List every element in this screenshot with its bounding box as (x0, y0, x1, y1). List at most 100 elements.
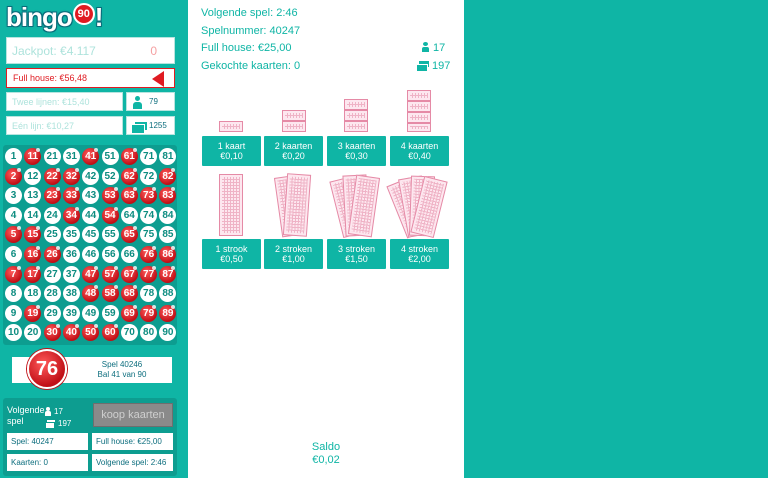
next-players: 17 (45, 407, 63, 417)
board-ball-drawn: 87 (159, 265, 177, 283)
board-ball-drawn: 23 (43, 187, 61, 205)
next-game-countdown: Volgende spel: 2:46 (201, 7, 298, 19)
board-ball-drawn: 53 (101, 187, 119, 205)
board-ball-drawn: 61 (120, 148, 138, 165)
board-ball: 66 (120, 246, 138, 263)
option-price: €0,50 (220, 254, 243, 264)
board-ball: 12 (24, 167, 42, 185)
board-ball: 45 (82, 226, 100, 244)
option-price: €1,50 (345, 254, 368, 264)
jackpot-box: Jackpot: €4.117 0 (6, 37, 175, 64)
balance: Saldo €0,02 (188, 441, 464, 467)
board-ball: 36 (62, 246, 80, 263)
players-count: 79 (149, 97, 158, 106)
next-game-time: Volgende spel: 2:46 (92, 454, 173, 471)
buy-cards-button[interactable]: koop kaarten (93, 403, 173, 427)
board-ball: 38 (62, 285, 80, 303)
board-ball: 90 (159, 324, 177, 342)
board-ball: 84 (159, 206, 177, 224)
ticket-image (407, 112, 431, 123)
option-label: 4 kaarten (400, 141, 439, 151)
board-ball: 8 (5, 285, 22, 303)
option-label: 1 strook (215, 244, 248, 254)
board-ball: 64 (120, 206, 138, 224)
number-board: 1 11 21 31 41 51 61 71 81 2 12 22 32 42 52 62 72 82 3 13 23 3… (3, 145, 177, 345)
option-4-cards-button[interactable]: 4 kaarten €0,40 (390, 136, 449, 166)
board-ball: 28 (43, 285, 61, 303)
board-ball-drawn: 89 (159, 304, 177, 322)
board-ball: 13 (24, 187, 42, 205)
ticket-image (407, 90, 431, 101)
next-game-number: Spel: 40247 (7, 433, 88, 450)
option-3-strips-button[interactable]: 3 stroken €1,50 (327, 239, 386, 269)
current-game-line: Spel 40246 (101, 360, 143, 369)
board-ball-drawn: 33 (62, 187, 80, 205)
cards-bought: Kaarten: 0 (7, 454, 88, 471)
board-ball: 56 (101, 246, 119, 263)
option-2-cards-button[interactable]: 2 kaarten €0,20 (264, 136, 323, 166)
logo-word: bingo (6, 1, 73, 32)
ticket-image (407, 123, 431, 132)
board-ball-drawn: 54 (101, 206, 119, 224)
cards-icon (131, 121, 148, 134)
board-ball: 52 (101, 167, 119, 185)
board-ball: 44 (82, 206, 100, 224)
board-ball: 6 (5, 246, 22, 263)
center-players-count: 17 (433, 42, 446, 54)
next-cards: 197 (45, 419, 71, 430)
one-line-prize: Eén lijn: €10,27 (6, 116, 123, 135)
board-ball: 75 (140, 226, 158, 244)
ticket-image (344, 99, 368, 110)
board-ball: 4 (5, 206, 22, 224)
option-2-strips-button[interactable]: 2 stroken €1,00 (264, 239, 323, 269)
board-ball: 71 (140, 148, 158, 165)
board-ball-drawn: 2 (5, 167, 22, 185)
ticket-image (407, 101, 431, 112)
cards-count: 1255 (149, 121, 167, 130)
board-ball-drawn: 79 (140, 304, 158, 322)
strip-image (282, 173, 312, 237)
full-house-amount: Full house: €25,00 (201, 42, 292, 54)
option-label: 1 kaart (217, 141, 246, 151)
option-label: 3 stroken (337, 244, 376, 254)
board-ball-drawn: 63 (120, 187, 138, 205)
board-ball-drawn: 26 (43, 246, 61, 263)
ticket-image (344, 121, 368, 132)
option-label: 2 kaarten (274, 141, 313, 151)
option-1-strip-button[interactable]: 1 strook €0,50 (202, 239, 261, 269)
option-4-strips-button[interactable]: 4 stroken €2,00 (390, 239, 449, 269)
board-ball: 20 (24, 324, 42, 342)
board-ball: 39 (62, 304, 80, 322)
option-price: €2,00 (408, 254, 431, 264)
board-ball: 46 (82, 246, 100, 263)
arrow-left-icon (152, 71, 164, 87)
board-ball: 21 (43, 148, 61, 165)
board-ball: 37 (62, 265, 80, 283)
board-ball-drawn: 48 (82, 285, 100, 303)
person-icon (45, 407, 51, 417)
board-ball: 85 (159, 226, 177, 244)
jackpot-value: 0 (150, 44, 157, 58)
board-ball-drawn: 50 (82, 324, 100, 342)
board-ball: 74 (140, 206, 158, 224)
board-ball-drawn: 58 (101, 285, 119, 303)
option-1-card-button[interactable]: 1 kaart €0,10 (202, 136, 261, 166)
board-ball: 81 (159, 148, 177, 165)
option-price: €0,10 (220, 151, 243, 161)
board-ball: 24 (43, 206, 61, 224)
cards-icon (416, 61, 429, 72)
option-label: 2 stroken (274, 244, 313, 254)
board-ball-drawn: 11 (24, 148, 42, 165)
board-ball: 10 (5, 324, 22, 342)
next-game-panel: Volgende spel 17 197 koop kaarten Spel: … (3, 398, 177, 476)
center-cards: 197 (416, 60, 450, 72)
board-ball: 78 (140, 285, 158, 303)
board-ball: 9 (5, 304, 22, 322)
board-ball: 14 (24, 206, 42, 224)
option-3-cards-button[interactable]: 3 kaarten €0,30 (327, 136, 386, 166)
two-lines-prize: Twee lijnen: €15,40 (6, 92, 123, 111)
board-ball-drawn: 62 (120, 167, 138, 185)
board-ball: 1 (5, 148, 22, 165)
board-ball-drawn: 7 (5, 265, 22, 283)
board-ball-drawn: 16 (24, 246, 42, 263)
